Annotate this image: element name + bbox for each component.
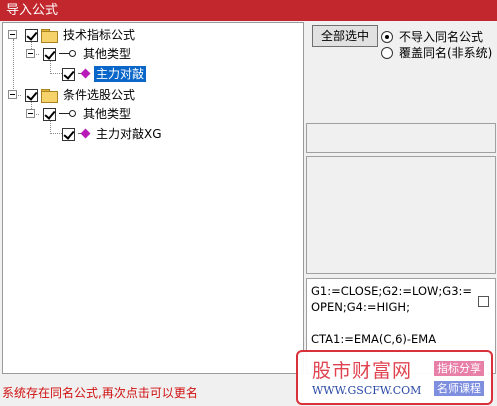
tree-connector: [50, 133, 62, 134]
node-label: 主力对敲XG: [96, 127, 162, 141]
code-line: G1:=CLOSE;G2:=LOW;G3:=: [311, 284, 473, 298]
tree-node-screening-formulas[interactable]: 条件选股公式: [25, 86, 137, 104]
node-checkbox[interactable]: [43, 107, 56, 121]
formula-tree[interactable]: 技术指标公式 其他类型 主力对敲 条件选股公式 其他类型 主力对敲XG: [2, 22, 304, 374]
folder-icon: [41, 89, 58, 103]
import-options: 全部选中 不导入同名公式 覆盖同名(非系统): [306, 22, 496, 122]
radio-no-import[interactable]: 不导入同名公式: [381, 28, 483, 45]
watermark-logo: 股市财富网 指标分享 WWW.GSCFW.COM 名师课程: [296, 350, 493, 405]
radio-dot[interactable]: [381, 46, 393, 59]
radio-label: 覆盖同名(非系统): [399, 46, 493, 60]
status-message: 系统存在同名公式,再次点击可以更名: [2, 386, 198, 400]
node-label: 其他类型: [83, 107, 132, 121]
info-panel: [306, 123, 496, 153]
node-label: 其他类型: [83, 47, 132, 61]
node-label: 主力对敲: [94, 66, 147, 82]
node-checkbox[interactable]: [62, 127, 75, 141]
collapse-toggle[interactable]: [26, 109, 35, 118]
code-line: OPEN;G4:=HIGH;: [311, 300, 410, 314]
collapse-toggle[interactable]: [8, 30, 17, 39]
watermark-tag: 名师课程: [434, 381, 484, 396]
folder-icon: [41, 29, 58, 43]
tree-node-group[interactable]: 其他类型: [43, 45, 133, 63]
code-checkbox[interactable]: [478, 296, 489, 307]
select-all-button[interactable]: 全部选中: [312, 25, 378, 47]
description-panel: [306, 156, 496, 274]
watermark-title: 股市财富网: [312, 360, 413, 382]
watermark-url: WWW.GSCFW.COM: [312, 384, 422, 397]
key-icon: [59, 49, 77, 59]
collapse-toggle[interactable]: [8, 90, 17, 99]
key-icon: [59, 109, 77, 119]
formula-icon: [78, 128, 90, 140]
tree-node-formula[interactable]: 主力对敲: [62, 65, 147, 83]
node-checkbox[interactable]: [25, 28, 38, 42]
tree-node-indicator-formulas[interactable]: 技术指标公式: [25, 26, 137, 44]
radio-dot[interactable]: [381, 30, 393, 43]
tree-connector: [50, 73, 62, 74]
node-label: 技术指标公式: [63, 28, 136, 42]
node-checkbox[interactable]: [62, 67, 75, 81]
collapse-toggle[interactable]: [26, 49, 35, 58]
radio-overwrite[interactable]: 覆盖同名(非系统): [381, 44, 492, 61]
tree-node-formula[interactable]: 主力对敲XG: [62, 125, 164, 143]
tree-connector: [13, 39, 14, 95]
code-line: CTA1:=EMA(C,6)-EMA: [311, 332, 437, 346]
window-title: 导入公式: [0, 0, 497, 21]
radio-label: 不导入同名公式: [399, 30, 484, 44]
node-checkbox[interactable]: [43, 47, 56, 61]
watermark-tag: 指标分享: [434, 361, 484, 376]
tree-node-group[interactable]: 其他类型: [43, 105, 133, 123]
node-label: 条件选股公式: [63, 88, 136, 102]
formula-icon: [78, 68, 90, 80]
node-checkbox[interactable]: [25, 88, 38, 102]
